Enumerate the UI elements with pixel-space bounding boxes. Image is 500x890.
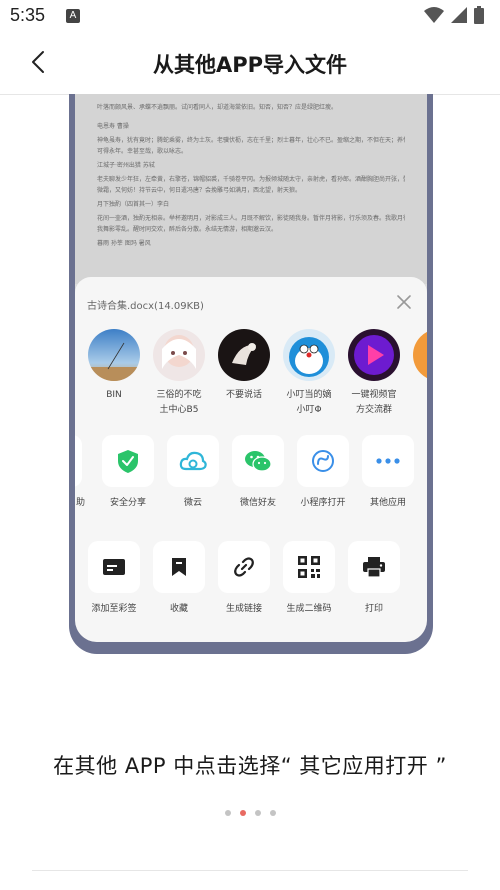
share-app-secure-share[interactable]: 安全分享 — [95, 435, 161, 508]
doc-line: 老夫聊发少年狂，左牵黄，右擎苍，锦帽貂裘，千骑卷平冈。为报倾城随太守，亲射虎，看… — [97, 176, 405, 183]
contact-name: 三俗的不吃 土中心B5 — [156, 390, 202, 415]
wifi-icon — [424, 7, 444, 23]
share-apps-row: 助 安全分享 微云 微信好友 小程序打开 其他应用 — [75, 435, 427, 515]
tile-box — [232, 435, 284, 487]
pager-dot[interactable] — [224, 810, 231, 816]
wechat-icon — [245, 451, 272, 472]
doc-line: 江城子·密州出猎 苏轼 — [97, 162, 155, 169]
share-app-other-apps[interactable]: 其他应用 — [355, 435, 421, 508]
tile-label: 微信好友 — [239, 498, 276, 508]
close-icon — [397, 295, 411, 309]
doc-line: 可得永年。幸甚至哉，歌以咏志。 — [97, 148, 188, 155]
qr-code-icon — [298, 556, 320, 578]
contact-item[interactable]: 小叮当的嫡 小叮Φ — [276, 329, 342, 418]
avatar — [218, 329, 270, 381]
doc-line: 神龟虽寿，犹有竟时；腾蛇乘雾，终为土灰。老骥伏枥，志在千里；烈士暮年，壮心不已。… — [97, 137, 405, 144]
tile-box — [102, 435, 154, 487]
title-bar: 从其他APP导入文件 — [0, 32, 500, 95]
contact-item[interactable]: 一键视频官 方交流群 — [341, 329, 407, 418]
file-name: 古诗合集.docx(14.09KB) — [87, 301, 204, 312]
share-app-mini-program[interactable]: 小程序打开 — [290, 435, 356, 508]
cloud-icon — [179, 451, 207, 471]
tile-label: 添加至彩签 — [91, 604, 137, 614]
status-time: 5:35 — [10, 5, 46, 25]
action-print[interactable]: 打印 — [341, 541, 407, 614]
more-dots-icon — [376, 458, 400, 464]
divider — [32, 870, 468, 871]
avatar — [283, 329, 335, 381]
share-app-weiyun[interactable]: 微云 — [160, 435, 226, 508]
contact-item[interactable]: 不要说话 — [211, 329, 277, 403]
contact-item[interactable]: OC别i — [406, 329, 427, 418]
tile-label: 其他应用 — [369, 498, 406, 508]
contact-name: 不要说话 — [225, 390, 262, 400]
tile-label: 打印 — [364, 604, 383, 614]
link-icon — [234, 557, 254, 577]
doc-line: 暮雨 孙莘 图玛 暑风 — [97, 240, 151, 247]
tile-box — [153, 541, 205, 593]
phone-illustration: 叶落而颇风景、承蝶不逍飘丽。试问看同人，却道海棠依旧。知否，知否？应是绿肥红瘦。… — [69, 94, 433, 654]
phone-screen: 叶落而颇风景、承蝶不逍飘丽。试问看同人，却道海棠依旧。知否，知否？应是绿肥红瘦。… — [75, 94, 427, 642]
contact-item[interactable]: BIN — [81, 329, 147, 403]
contact-name: BIN — [106, 390, 122, 400]
shield-check-icon — [118, 450, 138, 473]
share-app-partial[interactable]: 助 — [75, 435, 89, 508]
document-preview: 叶落而颇风景、承蝶不逍飘丽。试问看同人，却道海棠依旧。知否，知否？应是绿肥红瘦。… — [75, 94, 427, 284]
pager-dot[interactable] — [254, 810, 261, 816]
signal-icon — [451, 7, 467, 23]
tile-box — [218, 541, 270, 593]
action-favorite[interactable]: 收藏 — [146, 541, 212, 614]
notification-a-icon: A — [66, 9, 80, 23]
avatar — [153, 329, 205, 381]
pager-dot[interactable] — [269, 810, 276, 816]
status-bar: 5:35 A — [0, 0, 500, 32]
tile-label: 生成二维码 — [286, 604, 332, 614]
pager-dots — [0, 810, 500, 816]
share-sheet: 古诗合集.docx(14.09KB) BIN 三俗的不吃 土中心B5 不要说话 … — [75, 277, 427, 642]
tile-label: 收藏 — [169, 604, 188, 614]
tile-box — [297, 435, 349, 487]
status-icons — [424, 6, 484, 24]
contact-name: 小叮当的嫡 小叮Φ — [286, 390, 332, 415]
close-button[interactable] — [395, 293, 413, 311]
contact-item[interactable]: 三俗的不吃 土中心B5 — [146, 329, 212, 418]
action-create-link[interactable]: 生成链接 — [211, 541, 277, 614]
tile-box — [348, 541, 400, 593]
note-card-icon — [103, 559, 125, 575]
doc-line: 花间一壶酒，独酌无相亲。举杯邀明月，对影成三人。月既不解饮，影徒随我身。暂伴月将… — [97, 215, 405, 222]
tile-label: 微云 — [183, 498, 202, 508]
tile-label: 助 — [75, 498, 85, 508]
avatar — [348, 329, 400, 381]
avatar — [413, 329, 427, 381]
tile-box — [362, 435, 414, 487]
tile-label: 生成链接 — [225, 604, 262, 614]
doc-line: 月下独酌（四首其一）李白 — [97, 201, 170, 208]
actions-row: 添加至彩签 收藏 生成链接 生成二维码 打印 — [75, 541, 427, 621]
bookmark-icon — [172, 558, 186, 576]
doc-line: 微霜，又何妨！持节云中，何日遣冯唐？会挽雕弓如满月，西北望，射天狼。 — [97, 187, 302, 194]
contact-name: 一键视频官 方交流群 — [351, 390, 397, 415]
action-add-to-note[interactable]: 添加至彩签 — [81, 541, 147, 614]
tile-label: 安全分享 — [109, 498, 146, 508]
page-title: 从其他APP导入文件 — [152, 53, 348, 77]
share-app-wechat[interactable]: 微信好友 — [225, 435, 291, 508]
doc-line: 叶落而颇风景、承蝶不逍飘丽。试问看同人，却道海棠依旧。知否，知否？应是绿肥红瘦。 — [97, 104, 338, 111]
tile-box — [75, 435, 82, 487]
tile-box — [167, 435, 219, 487]
action-create-qr[interactable]: 生成二维码 — [276, 541, 342, 614]
tile-box — [283, 541, 335, 593]
printer-icon — [363, 557, 385, 577]
avatar — [88, 329, 140, 381]
contacts-row: BIN 三俗的不吃 土中心B5 不要说话 小叮当的嫡 小叮Φ 一键视频官 方交流… — [75, 329, 427, 429]
battery-icon — [474, 6, 484, 24]
doc-line: 我舞影零乱。醒时同交欢，醉后各分散。永结无情游，相期邈云汉。 — [97, 226, 278, 233]
contact-name: OC别i — [406, 388, 427, 418]
mini-program-icon — [312, 450, 334, 472]
instruction-text: 在其他 APP 中点击选择“ 其它应用打开 ” — [53, 754, 447, 778]
tile-label: 小程序打开 — [300, 498, 346, 508]
tile-box — [88, 541, 140, 593]
doc-line: 电恩寿 曹操 — [97, 123, 129, 130]
pager-dot-active[interactable] — [239, 810, 246, 816]
